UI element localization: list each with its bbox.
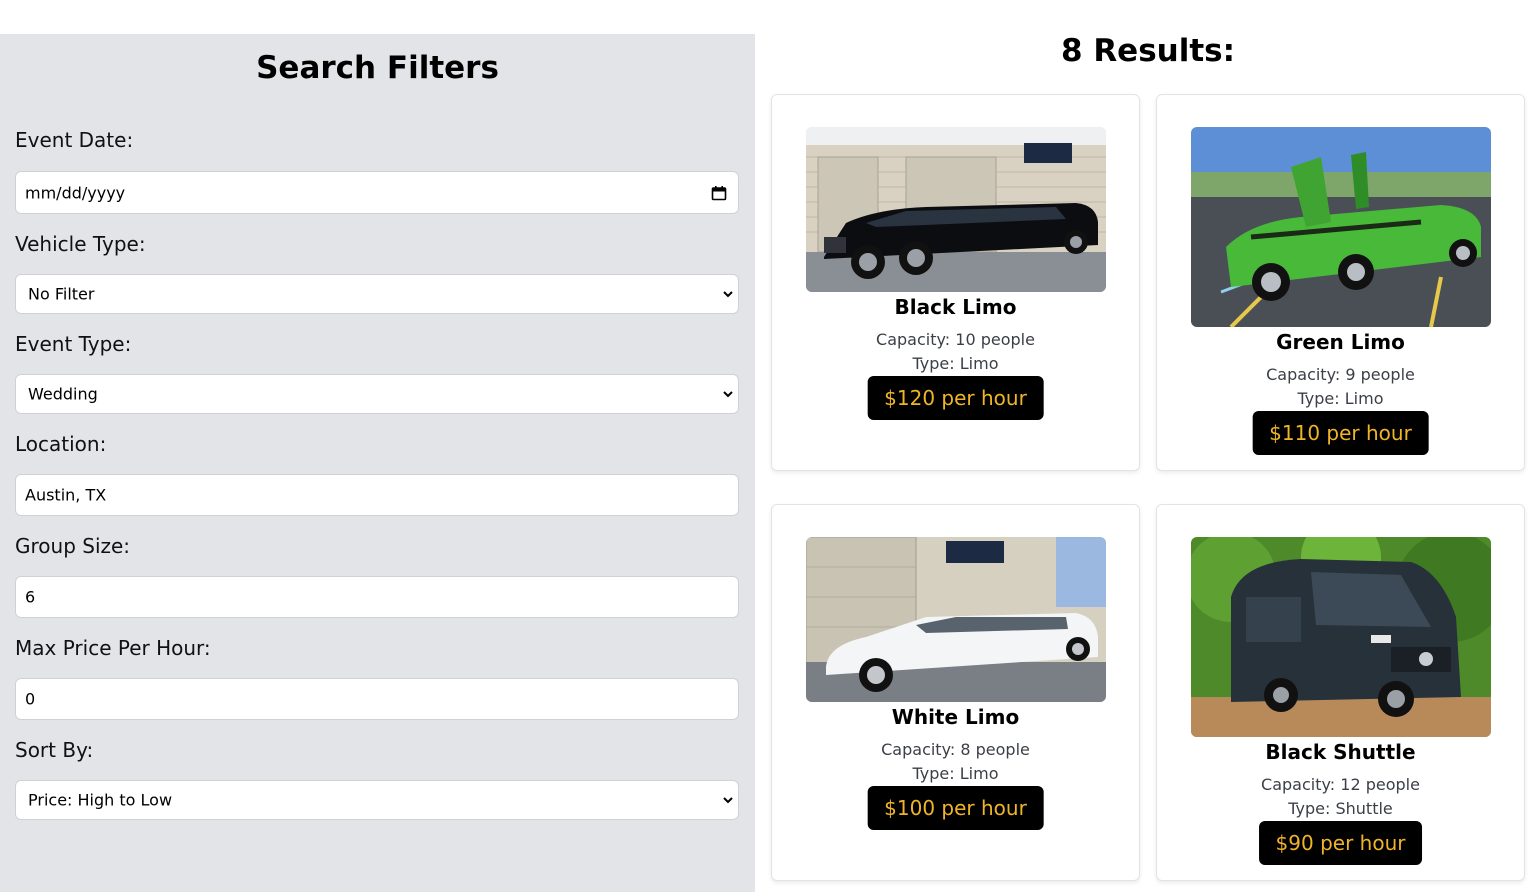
vehicle-type: Type: Limo [1297, 389, 1384, 408]
price-badge[interactable]: $90 per hour [1258, 821, 1423, 865]
event-type-value: Wedding [28, 384, 98, 404]
event-type-select[interactable]: Wedding [15, 374, 739, 414]
group-size-value: 6 [25, 587, 36, 607]
location-input[interactable]: Austin, TX [15, 474, 739, 516]
event-date-input[interactable]: mm/dd/yyyy [15, 171, 739, 214]
vehicle-name: Black Shuttle [1265, 740, 1416, 764]
event-type-label: Event Type: [15, 332, 132, 356]
vehicle-card[interactable]: White Limo Capacity: 8 people Type: Limo… [771, 504, 1140, 881]
vehicle-name: Green Limo [1276, 330, 1405, 354]
location-label: Location: [15, 432, 107, 456]
max-price-label: Max Price Per Hour: [15, 636, 211, 660]
vehicle-capacity: Capacity: 8 people [881, 740, 1030, 759]
price-badge[interactable]: $100 per hour [867, 786, 1044, 830]
chevron-down-icon [723, 291, 733, 298]
filters-title: Search Filters [256, 50, 499, 86]
group-size-input[interactable]: 6 [15, 576, 739, 618]
max-price-input[interactable]: 0 [15, 678, 739, 720]
event-date-label: Event Date: [15, 128, 134, 152]
group-size-label: Group Size: [15, 534, 131, 558]
event-date-placeholder: mm/dd/yyyy [25, 183, 126, 202]
black-shuttle-photo[interactable] [1191, 537, 1491, 737]
vehicle-card[interactable]: Black Limo Capacity: 10 people Type: Lim… [771, 94, 1140, 471]
vehicle-capacity: Capacity: 12 people [1261, 775, 1420, 794]
sort-by-label: Sort By: [15, 738, 94, 762]
vehicle-card[interactable]: Green Limo Capacity: 9 people Type: Limo… [1156, 94, 1525, 471]
vehicle-type: Type: Limo [912, 764, 999, 783]
sort-by-value: Price: High to Low [28, 790, 173, 810]
vehicle-name: Black Limo [894, 295, 1017, 319]
green-limo-photo[interactable] [1191, 127, 1491, 327]
sort-by-select[interactable]: Price: High to Low [15, 780, 739, 820]
results-count-title: 8 Results: [1060, 33, 1236, 69]
white-limo-photo[interactable] [806, 537, 1106, 702]
chevron-down-icon [723, 797, 733, 804]
max-price-value: 0 [25, 689, 36, 709]
vehicle-type-label: Vehicle Type: [15, 232, 146, 256]
vehicle-type: Type: Limo [912, 354, 999, 373]
calendar-icon[interactable] [711, 185, 727, 201]
vehicle-capacity: Capacity: 10 people [876, 330, 1035, 349]
vehicle-type: Type: Shuttle [1288, 799, 1393, 818]
black-limo-photo[interactable] [806, 127, 1106, 292]
vehicle-type-value: No Filter [28, 284, 95, 304]
vehicle-card[interactable]: Black Shuttle Capacity: 12 people Type: … [1156, 504, 1525, 881]
price-badge[interactable]: $120 per hour [867, 376, 1044, 420]
vehicle-name: White Limo [891, 705, 1020, 729]
vehicle-capacity: Capacity: 9 people [1266, 365, 1415, 384]
search-filters-panel: Search Filters Event Date: mm/dd/yyyy Ve… [0, 34, 755, 892]
vehicle-type-select[interactable]: No Filter [15, 274, 739, 314]
location-value: Austin, TX [25, 485, 107, 505]
price-badge[interactable]: $110 per hour [1252, 411, 1429, 455]
chevron-down-icon [723, 391, 733, 398]
